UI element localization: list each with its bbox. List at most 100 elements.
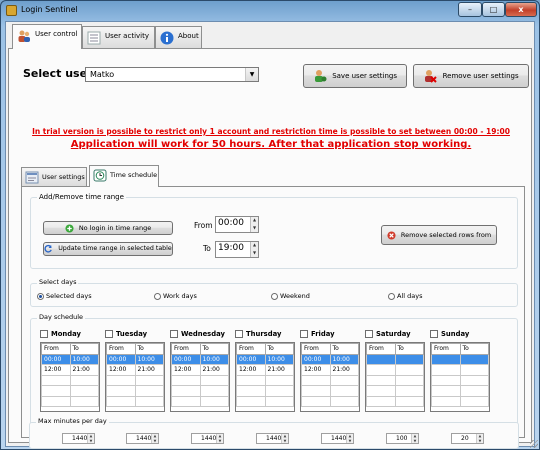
tab-user-activity[interactable]: User activity [82,26,155,48]
day-time-table[interactable]: From To [365,342,425,412]
from-cell[interactable] [171,395,201,407]
day-time-table[interactable]: From To [430,342,490,412]
close-button[interactable]: x [505,2,537,17]
to-cell[interactable] [264,385,294,397]
from-cell[interactable] [41,395,71,407]
user-dropdown[interactable]: Matko ▼ [85,67,259,82]
day-checkbox[interactable] [365,330,373,338]
save-user-settings-button[interactable]: Save user settings [303,64,407,88]
table-row[interactable] [431,385,489,397]
table-row[interactable] [236,374,294,386]
from-cell[interactable] [41,374,71,386]
table-row[interactable]: 00:00 10:00 [106,353,164,365]
to-time-spinner[interactable]: 19:00 ▲ ▼ [215,241,259,258]
from-cell[interactable] [431,395,461,407]
to-cell[interactable] [69,395,99,407]
to-cell[interactable] [329,385,359,397]
chevron-down-icon[interactable]: ▼ [347,439,353,444]
table-row[interactable] [301,374,359,386]
max-minutes-spinner[interactable]: 1440 ▲ ▼ [126,433,159,444]
remove-user-settings-button[interactable]: Remove user settings [413,64,529,88]
to-cell[interactable]: 10:00 [134,353,164,365]
from-cell[interactable] [431,374,461,386]
day-checkbox[interactable] [235,330,243,338]
day-time-table[interactable]: From To 00:00 10:00 12:00 21:00 [40,342,100,412]
radio-weekend[interactable]: Weekend [271,292,310,300]
chevron-up-icon[interactable]: ▲ [251,242,258,250]
from-cell[interactable]: 12:00 [41,364,71,376]
to-cell[interactable] [329,395,359,407]
to-cell[interactable] [134,374,164,386]
chevron-down-icon[interactable]: ▼ [245,68,258,81]
from-cell[interactable]: 00:00 [41,353,71,365]
table-row[interactable] [106,385,164,397]
to-cell[interactable] [134,395,164,407]
max-minutes-stepper[interactable]: ▲ ▼ [346,434,353,443]
table-row[interactable] [106,395,164,407]
from-cell[interactable] [236,395,266,407]
table-row[interactable]: 12:00 21:00 [41,364,99,376]
max-minutes-stepper[interactable]: ▲ ▼ [281,434,288,443]
chevron-down-icon[interactable]: ▼ [152,439,158,444]
to-cell[interactable] [394,395,424,407]
to-cell[interactable] [459,353,489,365]
minimize-button[interactable]: – [458,2,482,17]
max-minutes-stepper[interactable]: ▲ ▼ [87,434,94,443]
from-time-spinner[interactable]: 00:00 ▲ ▼ [215,216,259,233]
table-row[interactable] [431,374,489,386]
max-minutes-spinner[interactable]: 1440 ▲ ▼ [62,433,95,444]
to-cell[interactable] [459,374,489,386]
day-time-table[interactable]: From To 00:00 10:00 12:00 21:00 [300,342,360,412]
table-row[interactable]: 12:00 21:00 [236,364,294,376]
table-row[interactable] [431,395,489,407]
table-row[interactable] [171,385,229,397]
chevron-down-icon[interactable]: ▼ [477,439,483,444]
from-cell[interactable] [106,385,136,397]
from-cell[interactable] [431,385,461,397]
table-row[interactable] [301,395,359,407]
to-cell[interactable] [199,395,229,407]
to-cell[interactable] [459,364,489,376]
max-minutes-spinner[interactable]: 1440 ▲ ▼ [256,433,289,444]
to-cell[interactable] [69,385,99,397]
to-cell[interactable]: 21:00 [134,364,164,376]
tab-time-schedule[interactable]: Time schedule [89,165,159,187]
from-cell[interactable] [366,364,396,376]
max-minutes-spinner[interactable]: 20 ▲ ▼ [451,433,484,444]
from-cell[interactable] [106,395,136,407]
tab-about[interactable]: About [155,26,202,48]
no-login-button[interactable]: No login in time range [43,221,173,235]
to-cell[interactable]: 21:00 [69,364,99,376]
to-cell[interactable]: 21:00 [329,364,359,376]
max-minutes-spinner[interactable]: 1440 ▲ ▼ [191,433,224,444]
day-time-table[interactable]: From To 00:00 10:00 12:00 21:00 [105,342,165,412]
max-minutes-spinner[interactable]: 100 ▲ ▼ [386,433,419,444]
from-cell[interactable] [236,374,266,386]
max-minutes-stepper[interactable]: ▲ ▼ [476,434,483,443]
from-cell[interactable] [366,353,396,365]
table-row[interactable] [41,374,99,386]
to-cell[interactable] [69,374,99,386]
from-cell[interactable]: 00:00 [236,353,266,365]
to-cell[interactable] [394,364,424,376]
from-cell[interactable]: 00:00 [171,353,201,365]
to-cell[interactable]: 21:00 [199,364,229,376]
table-row[interactable] [171,395,229,407]
to-cell[interactable] [329,374,359,386]
from-cell[interactable] [431,364,461,376]
chevron-down-icon[interactable]: ▼ [412,439,418,444]
table-row[interactable]: 00:00 10:00 [171,353,229,365]
from-cell[interactable] [236,385,266,397]
from-cell[interactable] [366,385,396,397]
to-cell[interactable]: 10:00 [199,353,229,365]
day-checkbox[interactable] [40,330,48,338]
table-row[interactable] [366,364,424,376]
chevron-down-icon[interactable]: ▼ [251,250,258,258]
chevron-down-icon[interactable]: ▼ [282,439,288,444]
day-time-table[interactable]: From To 00:00 10:00 12:00 21:00 [235,342,295,412]
chevron-up-icon[interactable]: ▲ [251,217,258,225]
tab-user-control[interactable]: User control [12,24,82,49]
table-row[interactable] [366,353,424,365]
day-checkbox[interactable] [105,330,113,338]
from-cell[interactable]: 00:00 [301,353,331,365]
